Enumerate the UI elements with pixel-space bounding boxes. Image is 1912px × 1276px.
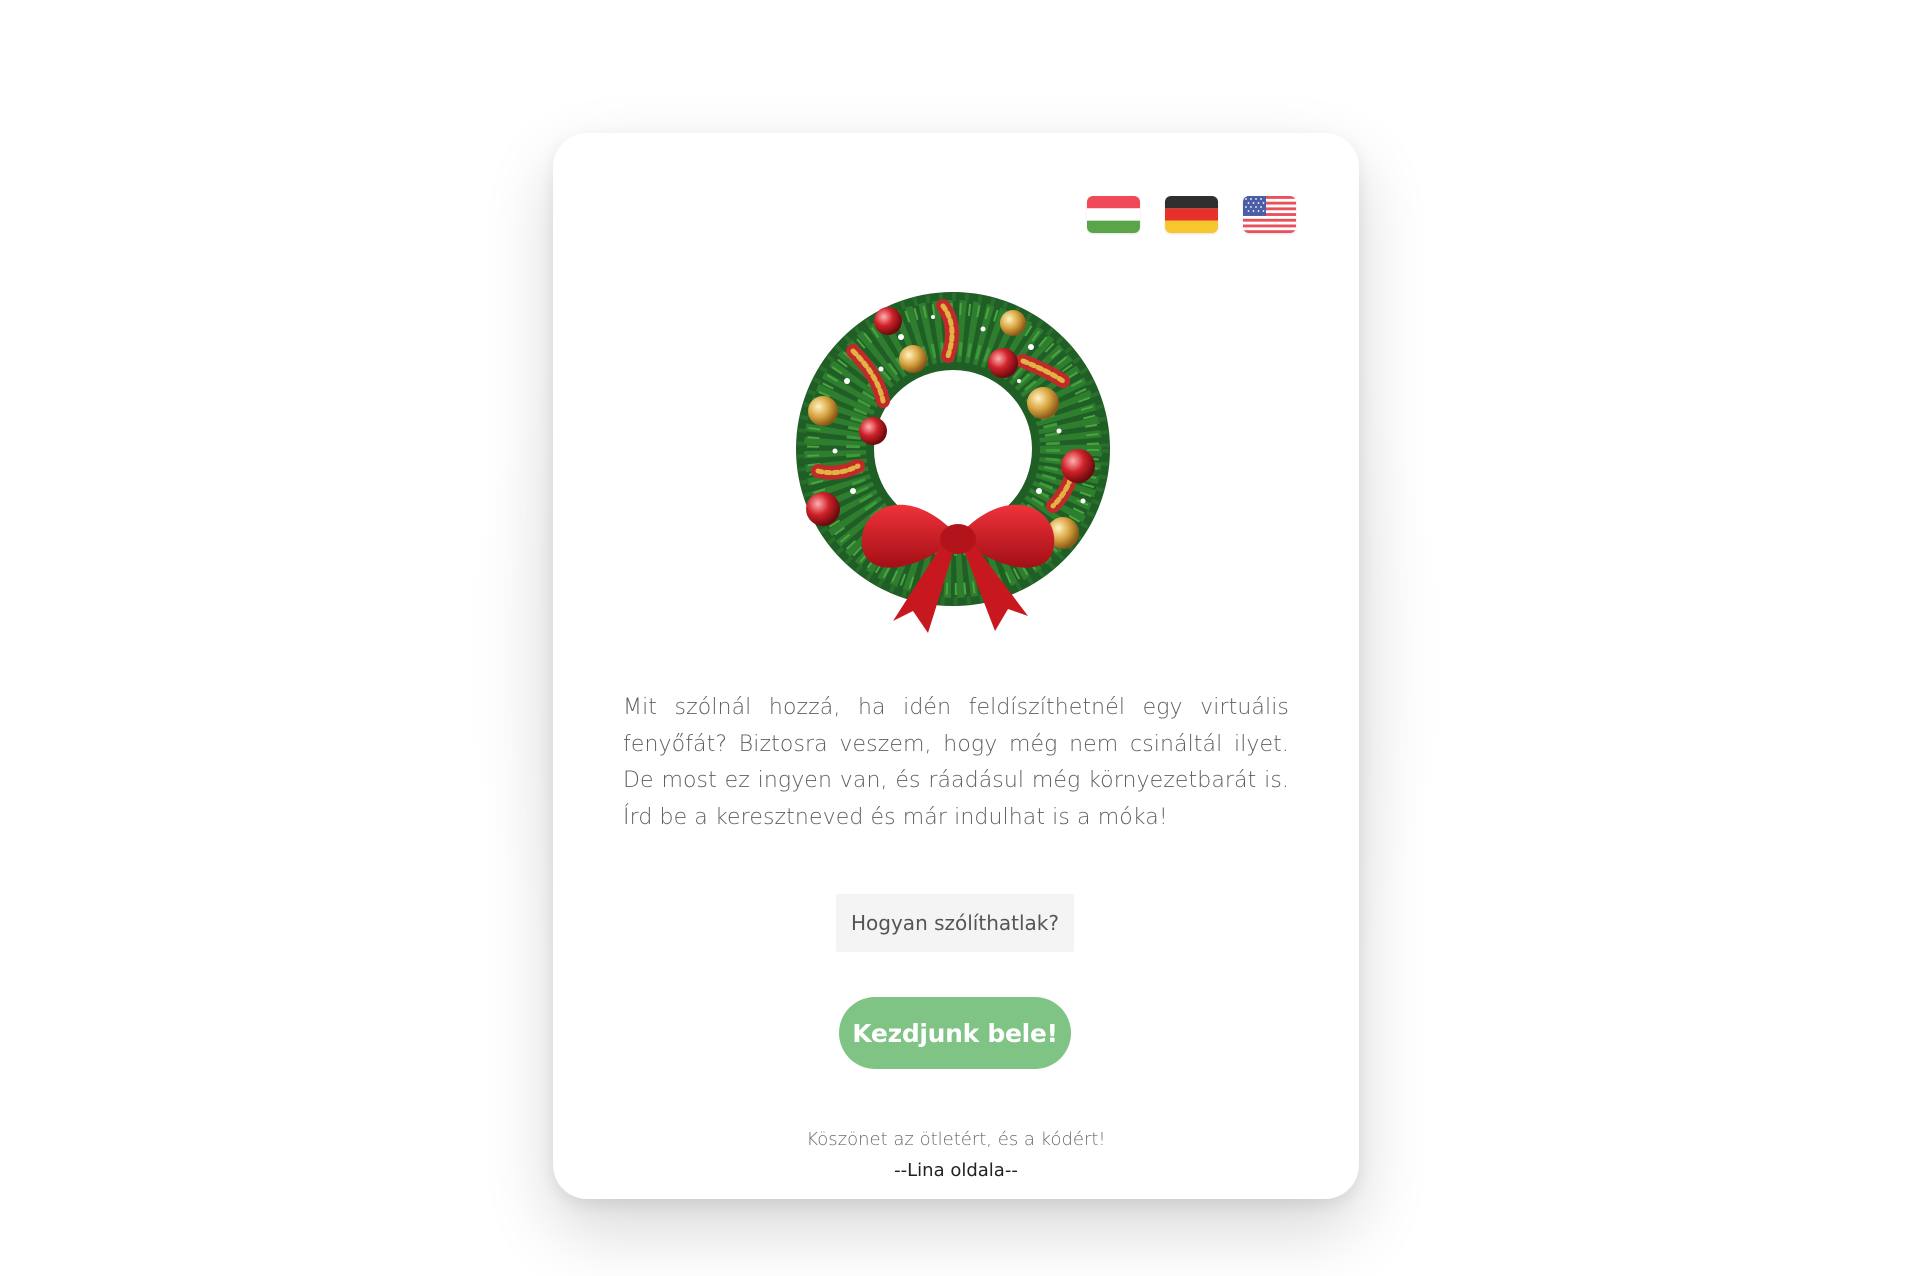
welcome-card: Mit szólnál hozzá, ha idén feldíszíthetn… xyxy=(553,133,1359,1199)
name-input[interactable] xyxy=(836,894,1074,952)
page-background: Mit szólnál hozzá, ha idén feldíszíthetn… xyxy=(0,0,1912,1276)
thanks-text: Köszönet az ötletért, és a kódért! xyxy=(806,1129,1106,1150)
language-selector xyxy=(1087,196,1296,233)
usa-flag-icon[interactable] xyxy=(1243,196,1296,233)
start-button[interactable]: Kezdjunk bele! xyxy=(839,997,1071,1069)
christmas-wreath-icon xyxy=(783,281,1129,637)
intro-text: Mit szólnál hozzá, ha idén feldíszíthetn… xyxy=(623,695,1289,830)
hungary-flag-icon[interactable] xyxy=(1087,196,1140,233)
credit-link[interactable]: --Lina oldala-- xyxy=(553,1160,1359,1181)
germany-flag-icon[interactable] xyxy=(1165,196,1218,233)
